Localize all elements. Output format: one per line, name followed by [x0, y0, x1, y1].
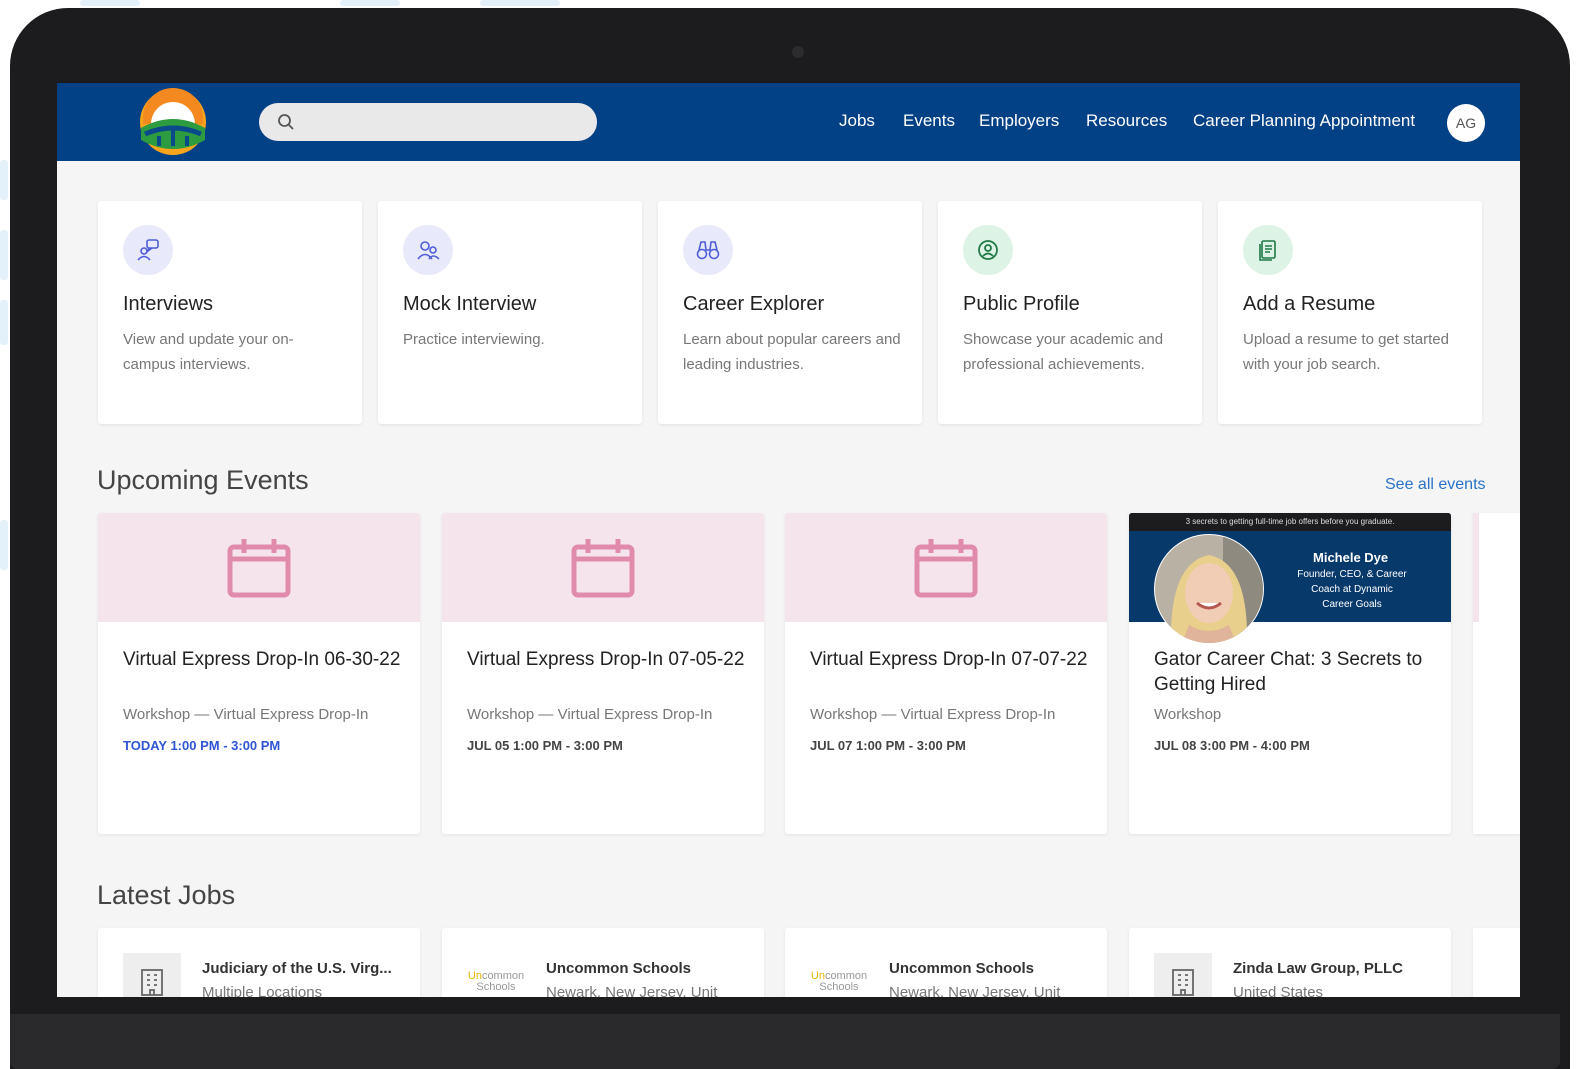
camera [792, 46, 804, 58]
background-decoration [0, 160, 8, 200]
event-photo-banner: 3 secrets to getting full-time job offer… [1129, 513, 1451, 644]
employer-logo [123, 953, 181, 997]
upcoming-events-heading: Upcoming Events [97, 465, 309, 495]
background-decoration [0, 300, 8, 345]
job-location: Newark, New Jersey, Unit [546, 984, 718, 997]
job-employer: Uncommon Schools [889, 960, 1035, 977]
event-time: JUL 05 1:00 PM - 3:00 PM [467, 738, 623, 753]
interview-icon [123, 225, 173, 275]
quick-card-interviews[interactable]: Interviews View and update your on-campu… [98, 201, 362, 424]
event-card[interactable]: Virtual Express Drop-In 07-07-22 Worksho… [785, 513, 1107, 834]
quick-card-title: Public Profile [963, 293, 1080, 315]
school-logo[interactable] [135, 88, 211, 156]
nav-employers[interactable]: Employers [979, 111, 1059, 131]
quick-card-description: View and update your on-campus interview… [123, 331, 294, 373]
event-card-partial[interactable] [1473, 513, 1520, 834]
quick-card-add-resume[interactable]: Add a Resume Upload a resume to get star… [1218, 201, 1482, 424]
background-decoration [0, 520, 8, 570]
event-time: TODAY 1:00 PM - 3:00 PM [123, 738, 281, 753]
building-icon [141, 969, 163, 996]
nav-events[interactable]: Events [903, 111, 955, 131]
event-title: Virtual Express Drop-In 06-30-22 [123, 649, 401, 670]
event-title: Virtual Express Drop-In 07-07-22 [810, 649, 1088, 670]
banner-tagline: 3 secrets to getting full-time job offer… [1129, 513, 1451, 531]
quick-card-description: Upload a resume to get started with your… [1243, 331, 1449, 373]
mock-interview-icon [403, 225, 453, 275]
event-type: Workshop — Virtual Express Drop-In [467, 706, 713, 723]
event-card[interactable]: 3 secrets to getting full-time job offer… [1129, 513, 1451, 834]
nav-career-planning-appointment[interactable]: Career Planning Appointment [1193, 111, 1415, 131]
background-decoration [480, 0, 560, 6]
event-type: Workshop — Virtual Express Drop-In [810, 706, 1056, 723]
job-employer: Uncommon Schools [546, 960, 692, 977]
employer-logo [1154, 953, 1212, 997]
quick-card-description: Learn about popular careers and leading … [683, 331, 901, 373]
event-type: Workshop — Virtual Express Drop-In [123, 706, 369, 723]
job-card[interactable]: Uncommon Schools Uncommon Schools Newark… [442, 928, 764, 997]
background-decoration [80, 0, 140, 6]
job-card[interactable]: Judiciary of the U.S. Virg... Multiple L… [98, 928, 420, 997]
calendar-icon [227, 538, 291, 597]
job-location: Multiple Locations [202, 984, 323, 997]
nav-resources[interactable]: Resources [1086, 111, 1167, 131]
background-decoration [340, 0, 400, 6]
search-icon [278, 114, 294, 130]
quick-card-title: Add a Resume [1243, 293, 1376, 315]
job-employer: Zinda Law Group, PLLC [1233, 960, 1403, 977]
quick-card-title: Interviews [123, 293, 214, 315]
event-card[interactable]: Virtual Express Drop-In 07-05-22 Worksho… [442, 513, 764, 834]
event-card[interactable]: Virtual Express Drop-In 06-30-22 Worksho… [98, 513, 420, 834]
event-time: JUL 07 1:00 PM - 3:00 PM [810, 738, 966, 753]
see-all-events-link[interactable]: See all events [1385, 476, 1486, 494]
event-banner [785, 513, 1107, 622]
quick-card-career-explorer[interactable]: Career Explorer Learn about popular care… [658, 201, 922, 424]
avatar[interactable]: AG [1447, 104, 1485, 142]
quick-card-mock-interview[interactable]: Mock Interview Practice interviewing. [378, 201, 642, 424]
quick-card-description: Showcase your academic and professional … [963, 331, 1164, 373]
quick-card-title: Career Explorer [683, 293, 825, 315]
speaker-name: Michele Dye [1313, 550, 1389, 565]
employer-logo: Uncommon Schools [810, 953, 868, 997]
job-card[interactable]: Uncommon Schools Uncommon Schools Newark… [785, 928, 1107, 997]
latest-jobs-heading: Latest Jobs [97, 880, 236, 910]
event-title: Gator Career Chat: 3 Secrets to Getting … [1154, 649, 1423, 695]
employer-logo: Uncommon Schools [467, 953, 525, 997]
calendar-icon [571, 538, 635, 597]
quick-card-description: Practice interviewing. [403, 331, 545, 348]
nav-jobs[interactable]: Jobs [839, 111, 875, 131]
laptop-base [10, 1014, 1560, 1069]
job-location: Newark, New Jersey, Unit [889, 984, 1061, 997]
building-icon [1172, 969, 1194, 996]
profile-icon [963, 225, 1013, 275]
job-card[interactable]: Zinda Law Group, PLLC United States [1129, 928, 1451, 997]
speaker-role: Founder, CEO, & Career Coach at Dynamic … [1297, 569, 1407, 610]
search-bar[interactable] [259, 103, 597, 143]
top-nav: Jobs Events Employers Resources Career P… [57, 83, 1520, 161]
job-card-partial[interactable] [1473, 928, 1520, 997]
job-location: United States [1233, 984, 1324, 997]
event-banner [98, 513, 420, 622]
event-title: Virtual Express Drop-In 07-05-22 [467, 649, 745, 670]
event-type: Workshop [1154, 706, 1222, 723]
background-decoration [0, 230, 8, 280]
resume-icon [1243, 225, 1293, 275]
calendar-icon [914, 538, 978, 597]
app-screen: Jobs Events Employers Resources Career P… [57, 83, 1520, 997]
job-employer: Judiciary of the U.S. Virg... [202, 960, 392, 977]
quick-card-public-profile[interactable]: Public Profile Showcase your academic an… [938, 201, 1202, 424]
binoculars-icon [683, 225, 733, 275]
event-banner [1473, 513, 1479, 622]
search-input[interactable] [305, 103, 589, 143]
speaker-photo [1154, 534, 1264, 644]
quick-card-title: Mock Interview [403, 293, 537, 315]
event-banner [442, 513, 764, 622]
event-time: JUL 08 3:00 PM - 4:00 PM [1154, 738, 1310, 753]
